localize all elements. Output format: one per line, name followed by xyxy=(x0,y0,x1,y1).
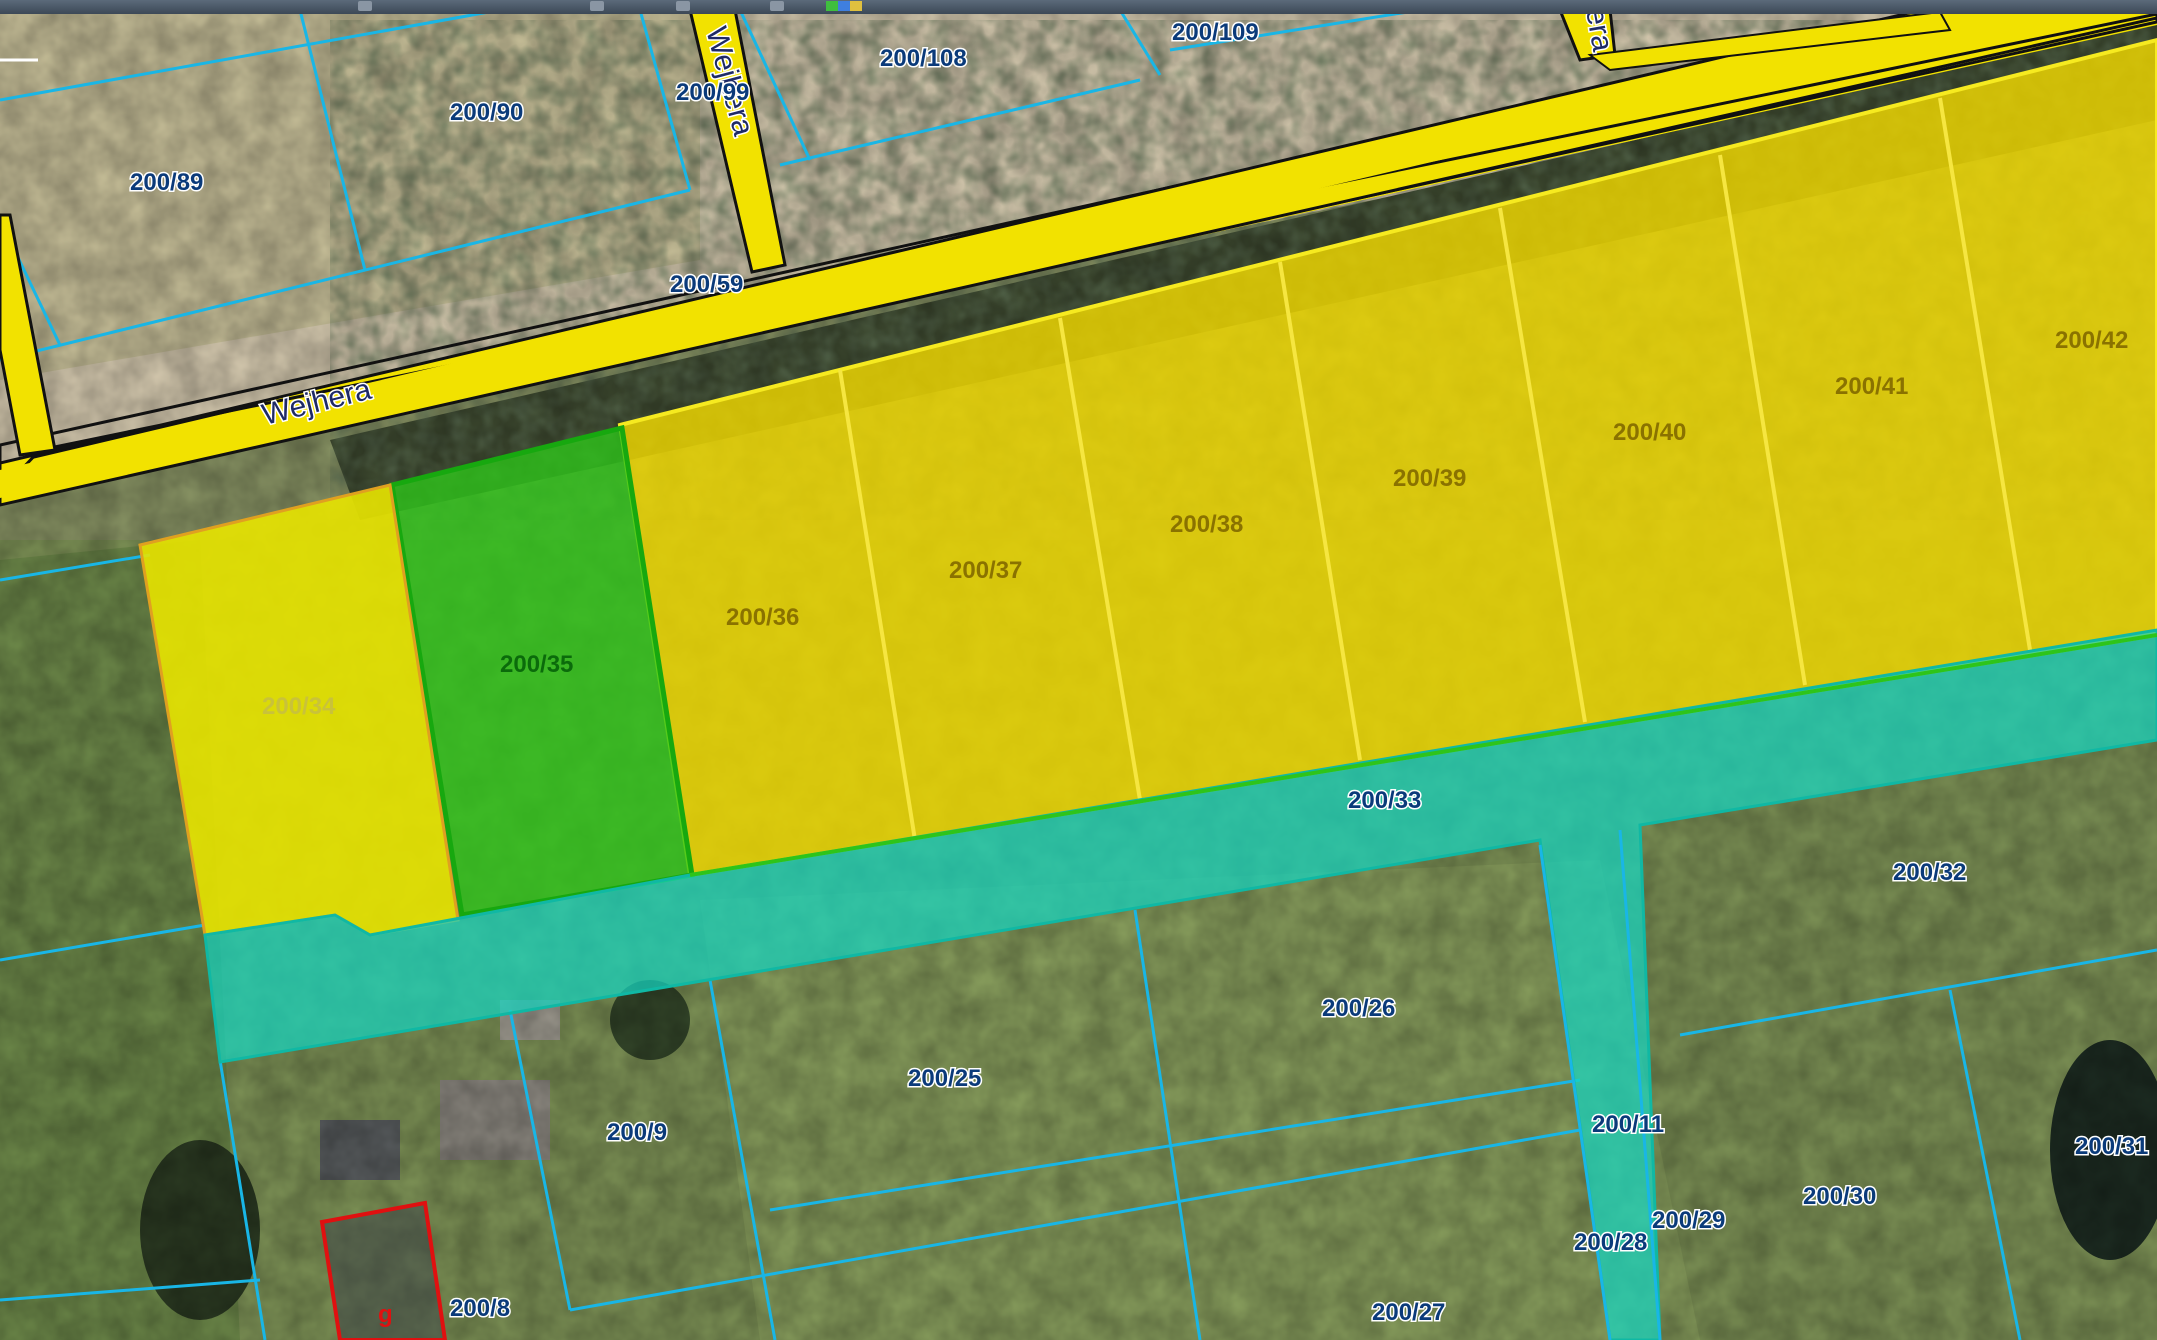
plot-label: 200/25 xyxy=(908,1065,981,1092)
plot-label: 200/31 xyxy=(2075,1133,2148,1160)
plot-label: 200/35 xyxy=(500,651,573,678)
plot-label: 200/11 xyxy=(1592,1111,1664,1138)
plot-label: 200/26 xyxy=(1322,995,1395,1022)
plot-label: 200/36 xyxy=(726,604,799,631)
plot-label: 200/34 xyxy=(262,693,336,720)
map-toolbar xyxy=(0,0,2157,14)
plot-label: 200/9 xyxy=(607,1119,667,1146)
color-palette-icon[interactable] xyxy=(826,1,862,11)
plot-label: 200/30 xyxy=(1803,1183,1876,1210)
plot-label: 200/33 xyxy=(1348,787,1421,814)
plot-label: 200/41 xyxy=(1835,373,1908,400)
plot-label: 200/42 xyxy=(2055,327,2128,354)
plot-label: 200/99 xyxy=(676,79,749,106)
toolbar-icon[interactable] xyxy=(590,1,604,11)
plot-label: 200/90 xyxy=(450,99,523,126)
plot-label: 200/38 xyxy=(1170,511,1243,538)
building-label: g xyxy=(378,1301,393,1328)
plot-label: 200/8 xyxy=(450,1295,510,1322)
plot-label: 200/89 xyxy=(130,169,203,196)
plot-label: 200/109 xyxy=(1172,19,1259,46)
toolbar-icon[interactable] xyxy=(770,1,784,11)
plot-label: 200/37 xyxy=(949,557,1022,584)
plot-label: 200/28 xyxy=(1574,1229,1647,1256)
plot-label: 200/27 xyxy=(1372,1299,1445,1326)
toolbar-icon[interactable] xyxy=(676,1,690,11)
map-viewer[interactable]: Wejhera Wejhera era 200/34 200/35 200/36… xyxy=(0,0,2157,1340)
plot-label: 200/108 xyxy=(880,45,967,72)
plot-label: 200/29 xyxy=(1652,1207,1725,1234)
toolbar-icon[interactable] xyxy=(358,1,372,11)
plot-label: 200/59 xyxy=(670,271,743,298)
plot-label: 200/32 xyxy=(1893,859,1966,886)
map-canvas[interactable]: Wejhera Wejhera era 200/34 200/35 200/36… xyxy=(0,0,2157,1340)
plot-label: 200/39 xyxy=(1393,465,1466,492)
plot-label: 200/40 xyxy=(1613,419,1686,446)
